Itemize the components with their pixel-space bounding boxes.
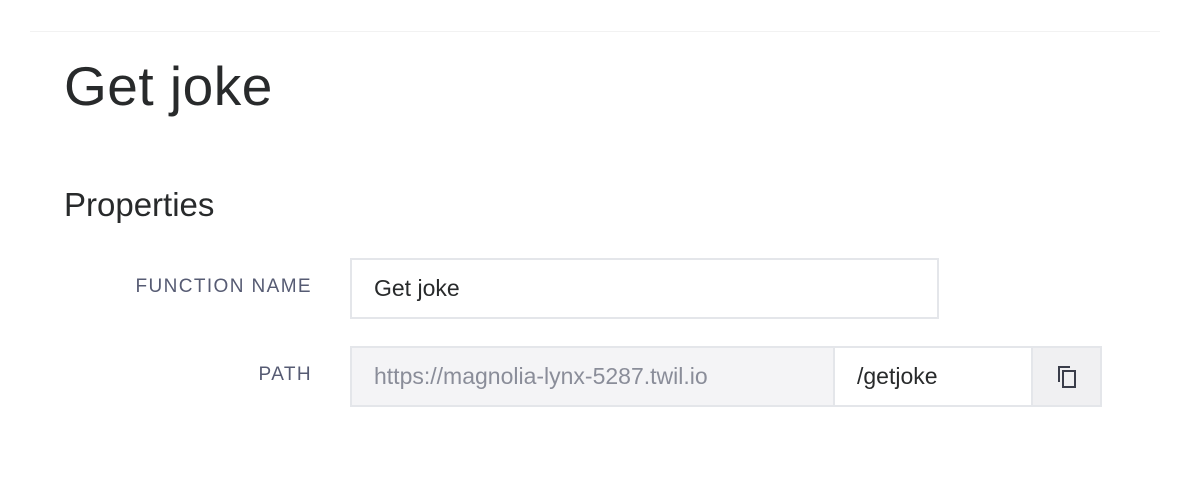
path-base-url: https://magnolia-lynx-5287.twil.io xyxy=(352,348,835,405)
path-label: PATH xyxy=(258,364,312,385)
function-properties-page: Get joke Properties FUNCTION NAME PATH h… xyxy=(0,0,1196,487)
function-name-label: FUNCTION NAME xyxy=(135,276,312,297)
function-name-input[interactable] xyxy=(350,258,939,319)
copy-icon xyxy=(1055,364,1079,390)
top-divider xyxy=(30,31,1160,32)
path-field-group: https://magnolia-lynx-5287.twil.io xyxy=(350,346,1102,407)
path-input[interactable] xyxy=(835,348,1031,405)
properties-heading: Properties xyxy=(64,186,215,223)
page-title: Get joke xyxy=(64,55,273,117)
copy-url-button[interactable] xyxy=(1031,348,1100,405)
